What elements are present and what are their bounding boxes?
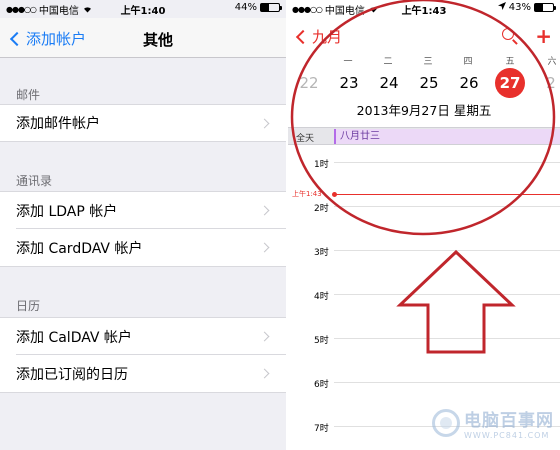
hour-row: 3时 bbox=[288, 245, 560, 258]
hour-row: 6时 bbox=[288, 377, 560, 390]
add-event-icon[interactable]: + bbox=[535, 24, 552, 48]
row-separator bbox=[16, 354, 286, 355]
all-day-event[interactable]: 八月廿三 bbox=[334, 129, 560, 144]
hour-row: 2时 bbox=[288, 201, 560, 214]
battery-icon bbox=[534, 3, 556, 12]
location-arrow-icon bbox=[497, 2, 506, 13]
add-carddav-account-row[interactable]: 添加 CardDAV 帐户 bbox=[0, 228, 286, 267]
hour-label: 2时 bbox=[314, 204, 329, 214]
add-caldav-account-row[interactable]: 添加 CalDAV 帐户 bbox=[0, 317, 286, 355]
month-back-button[interactable]: 九月 bbox=[294, 26, 342, 47]
today-day-cell[interactable]: 27 bbox=[495, 68, 525, 98]
chevron-right-icon bbox=[259, 205, 270, 216]
page-title: 其他 bbox=[142, 31, 173, 49]
search-icon[interactable] bbox=[502, 28, 514, 40]
row-label: 添加 CardDAV 帐户 bbox=[16, 240, 143, 257]
status-bar: ●●●○○ 中国电信 上午1:40 44% bbox=[0, 0, 286, 17]
chevron-left-icon bbox=[295, 29, 311, 44]
weekday-label: 六 bbox=[547, 57, 557, 67]
weekday-label: 一 bbox=[343, 57, 353, 67]
weekday-label: 五 bbox=[505, 57, 515, 67]
add-subscribed-calendar-row[interactable]: 添加已订阅的日历 bbox=[0, 354, 286, 393]
row-label: 添加 LDAP 帐户 bbox=[16, 203, 118, 220]
add-ldap-account-row[interactable]: 添加 LDAP 帐户 bbox=[0, 191, 286, 229]
day-cell[interactable]: 24 bbox=[374, 68, 404, 98]
month-label: 九月 bbox=[312, 28, 343, 46]
weekday-label: 三 bbox=[423, 57, 433, 67]
current-time-indicator: 上午1:43 bbox=[288, 190, 560, 200]
battery-percent: 44% bbox=[234, 2, 257, 13]
status-bar: ●●●○○ 中国电信 上午1:43 43% bbox=[288, 0, 560, 17]
day-cell[interactable]: 22 bbox=[294, 68, 324, 98]
week-strip: 22 23 24 25 26 27 2 bbox=[288, 68, 560, 98]
row-label: 添加已订阅的日历 bbox=[16, 366, 128, 383]
row-label: 添加 CalDAV 帐户 bbox=[16, 329, 132, 346]
day-cell[interactable]: 2 bbox=[536, 68, 560, 98]
chevron-right-icon bbox=[259, 368, 270, 379]
day-cell[interactable]: 25 bbox=[414, 68, 444, 98]
all-day-label: 全天 bbox=[296, 134, 315, 144]
hour-label: 1时 bbox=[314, 160, 329, 170]
section-header-contacts: 通讯录 bbox=[16, 174, 53, 188]
all-day-row: 全天 八月廿三 bbox=[288, 127, 560, 145]
hour-label: 3时 bbox=[314, 248, 329, 258]
section-header-calendar: 日历 bbox=[16, 299, 41, 313]
settings-screen: ●●●○○ 中国电信 上午1:40 44% 添加帐户 其他 邮件 添加邮件帐户 … bbox=[0, 0, 286, 450]
day-cell[interactable]: 23 bbox=[334, 68, 364, 98]
day-cell[interactable]: 26 bbox=[454, 68, 484, 98]
weekday-label: 二 bbox=[383, 57, 393, 67]
nav-bar: 添加帐户 其他 bbox=[0, 18, 286, 58]
hour-row: 7时 bbox=[288, 421, 560, 434]
chevron-right-icon bbox=[259, 118, 270, 129]
weekday-header: 一 二 三 四 五 六 bbox=[288, 54, 560, 67]
calendar-screen: ●●●○○ 中国电信 上午1:43 43% 九月 + 一 二 三 四 五 六 2… bbox=[288, 0, 560, 450]
row-separator bbox=[16, 228, 286, 229]
selected-date: 2013年9月27日 星期五 bbox=[356, 103, 492, 118]
hour-row: 1时 bbox=[288, 157, 560, 170]
row-label: 添加邮件帐户 bbox=[16, 116, 100, 132]
battery-percent: 43% bbox=[508, 2, 531, 13]
hour-label: 6时 bbox=[314, 380, 329, 390]
hour-label: 4时 bbox=[314, 292, 329, 302]
battery-icon bbox=[260, 3, 282, 12]
chevron-right-icon bbox=[259, 331, 270, 342]
section-header-mail: 邮件 bbox=[16, 88, 41, 102]
hour-label: 5时 bbox=[314, 336, 329, 346]
hour-row: 4时 bbox=[288, 289, 560, 302]
calendar-nav-bar: 九月 + bbox=[288, 18, 560, 50]
chevron-right-icon bbox=[259, 242, 270, 253]
current-time-label: 上午1:43 bbox=[292, 190, 322, 198]
hour-label: 7时 bbox=[314, 424, 329, 434]
add-mail-account-row[interactable]: 添加邮件帐户 bbox=[0, 104, 286, 142]
weekday-label: 四 bbox=[463, 57, 473, 67]
hour-row: 5时 bbox=[288, 333, 560, 346]
